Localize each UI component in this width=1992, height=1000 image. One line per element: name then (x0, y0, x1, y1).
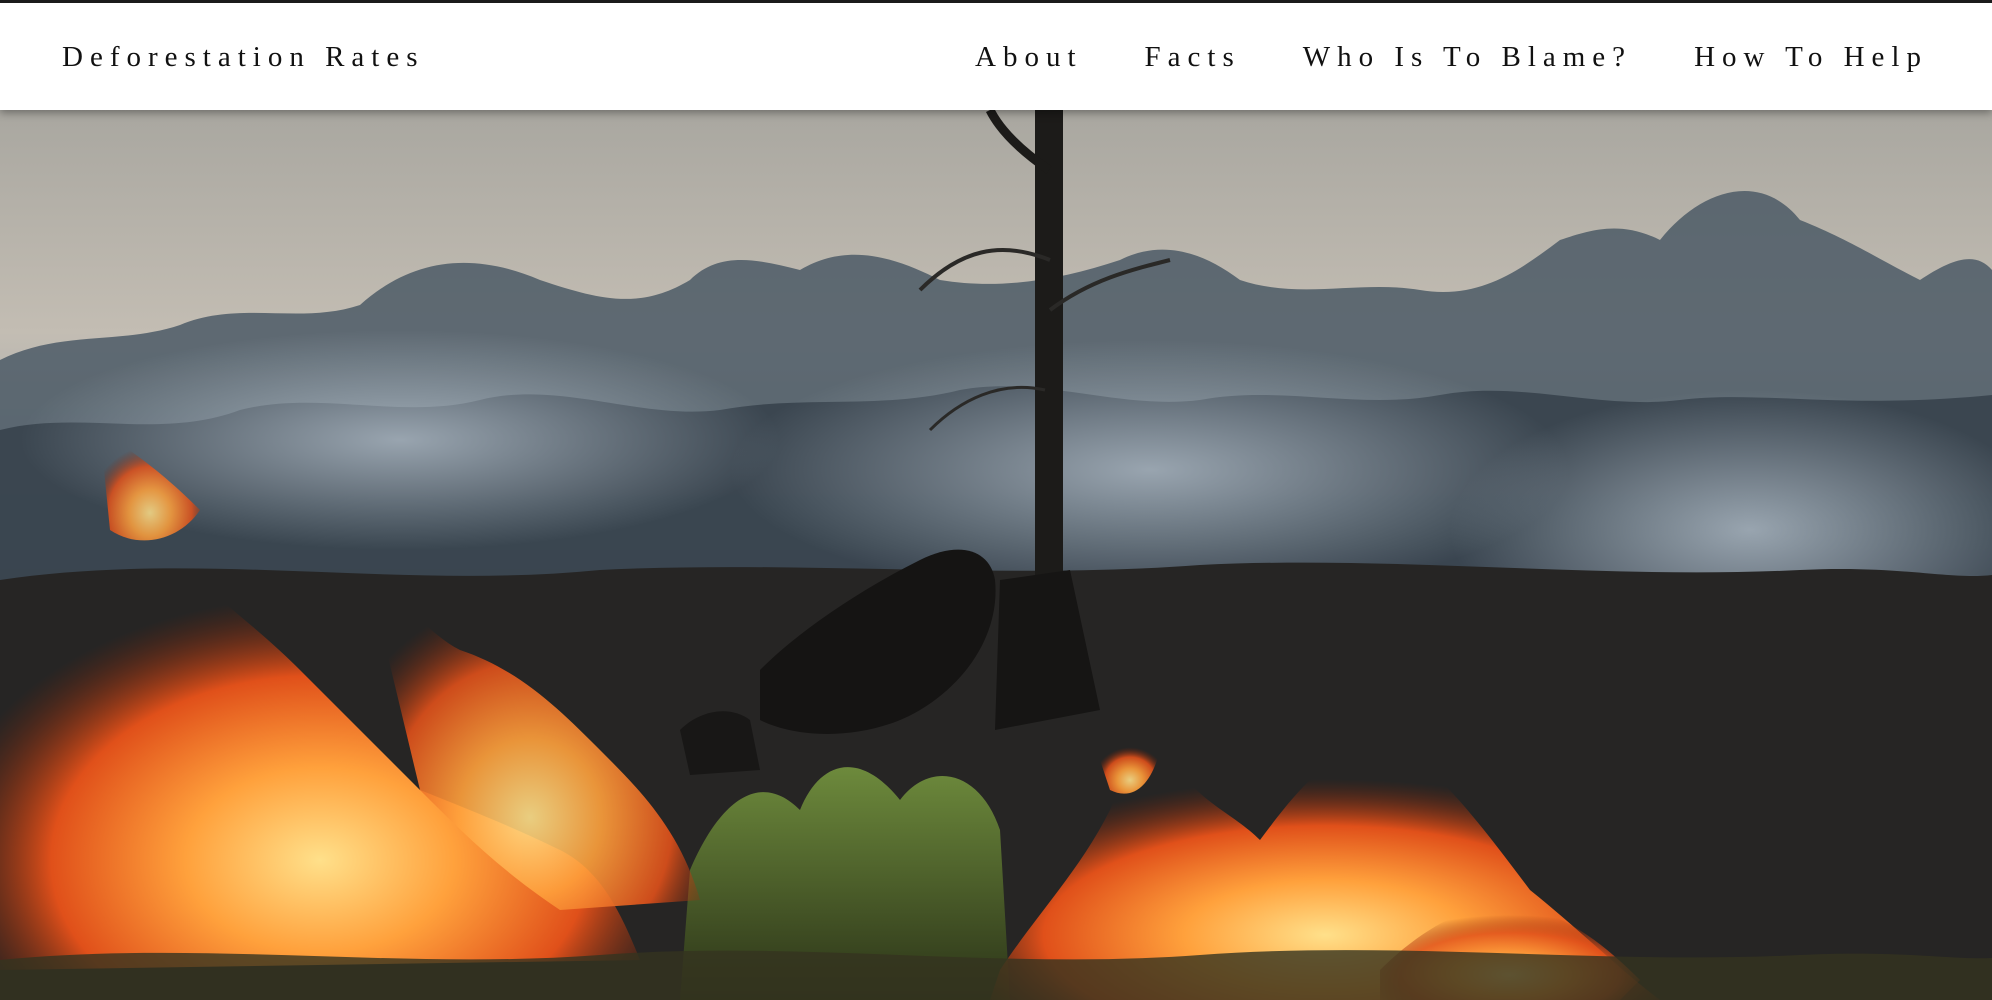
nav-menu: About Facts Who Is To Blame? How To Help (913, 41, 1928, 74)
nav-link-how-to-help[interactable]: How To Help (1694, 41, 1928, 74)
burning-forest-photo-icon (0, 110, 1992, 1000)
site-title-link[interactable]: Deforestation Rates (62, 41, 425, 74)
nav-link-who-is-to-blame[interactable]: Who Is To Blame? (1303, 41, 1632, 74)
nav-link-about[interactable]: About (975, 41, 1083, 74)
hero-banner (0, 110, 1992, 1000)
nav-link-facts[interactable]: Facts (1145, 41, 1241, 74)
top-navigation-bar: Deforestation Rates About Facts Who Is T… (0, 0, 1992, 110)
